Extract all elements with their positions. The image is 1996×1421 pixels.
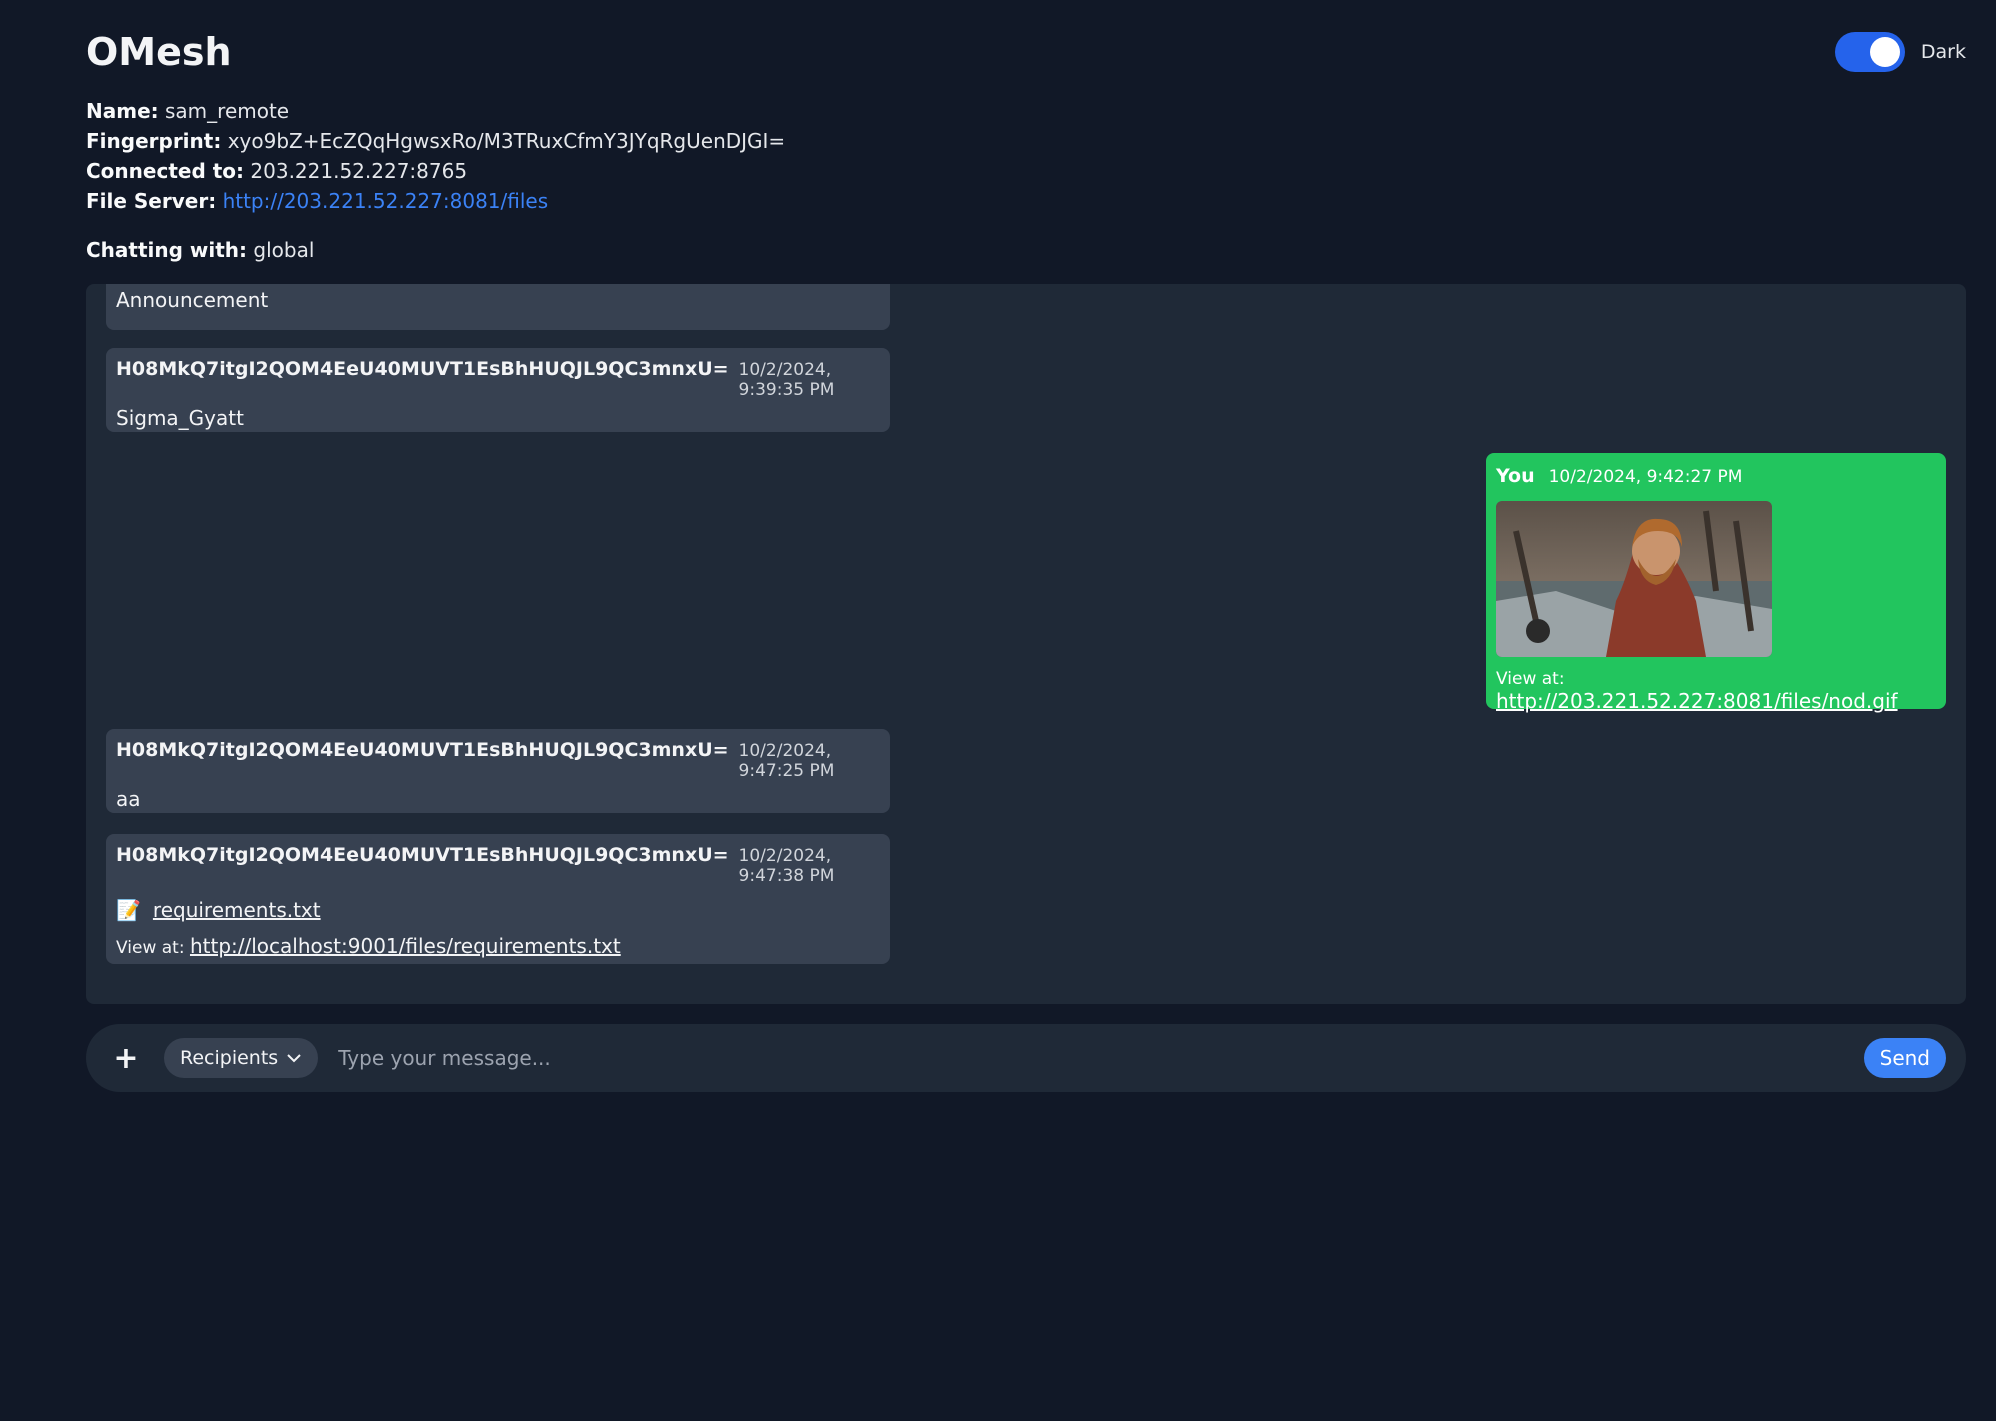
message-sender: H08MkQ7itgI2QOM4EeU40MUVT1EsBhHUQJL9QC3m…: [116, 739, 729, 761]
message-body: Sigma_Gyatt: [116, 406, 244, 430]
image-attachment[interactable]: [1496, 501, 1772, 657]
connected-value: 203.221.52.227:8765: [250, 159, 468, 183]
connection-info: Name: sam_remote Fingerprint: xyo9bZ+EcZ…: [86, 96, 785, 216]
file-link[interactable]: http://203.221.52.227:8081/files/nod.gif: [1496, 689, 1898, 713]
message-time: 10/2/2024, 9:42:27 PM: [1548, 467, 1743, 487]
message-time: 10/2/2024, 9:39:35 PM: [738, 360, 835, 400]
fingerprint-label: Fingerprint:: [86, 129, 222, 153]
fileserver-label: File Server:: [86, 189, 217, 213]
message-item: Announcement: [106, 284, 890, 330]
chatting-value: global: [253, 238, 315, 262]
message-item: H08MkQ7itgI2QOM4EeU40MUVT1EsBhHUQJL9QC3m…: [106, 834, 890, 964]
theme-toggle-group: Dark: [1834, 32, 1966, 72]
view-at: View at: http://localhost:9001/files/req…: [116, 934, 880, 958]
recipients-label: Recipients: [180, 1047, 279, 1069]
toggle-knob: [1869, 37, 1900, 67]
app-root: OMesh Dark Name: sam_remote Fingerprint:…: [0, 0, 1996, 1421]
message-input[interactable]: [338, 1046, 1864, 1070]
message-header: H08MkQ7itgI2QOM4EeU40MUVT1EsBhHUQJL9QC3m…: [116, 739, 880, 781]
chatting-label: Chatting with:: [86, 238, 248, 262]
own-message-item: You 10/2/2024, 9:42:27 PM View at: http:…: [1486, 453, 1946, 713]
message-time: 10/2/2024, 9:47:25 PM: [738, 741, 835, 781]
file-name-link[interactable]: requirements.txt: [153, 898, 321, 922]
message-header: H08MkQ7itgI2QOM4EeU40MUVT1EsBhHUQJL9QC3m…: [116, 358, 880, 400]
connected-row: Connected to: 203.221.52.227:8765: [86, 156, 785, 186]
file-link[interactable]: http://localhost:9001/files/requirements…: [190, 934, 621, 958]
name-row: Name: sam_remote: [86, 96, 785, 126]
message-sender: You: [1496, 465, 1535, 487]
message-body: Announcement: [116, 288, 269, 312]
message-item: H08MkQ7itgI2QOM4EeU40MUVT1EsBhHUQJL9QC3m…: [106, 729, 890, 813]
app-title: OMesh: [86, 30, 232, 74]
fileserver-link[interactable]: http://203.221.52.227:8081/files: [223, 189, 549, 213]
message-item: H08MkQ7itgI2QOM4EeU40MUVT1EsBhHUQJL9QC3m…: [106, 348, 890, 432]
theme-toggle-label: Dark: [1920, 41, 1966, 63]
chatting-with: Chatting with: global: [86, 235, 314, 265]
attach-button[interactable]: +: [106, 1041, 146, 1076]
message-sender: H08MkQ7itgI2QOM4EeU40MUVT1EsBhHUQJL9QC3m…: [116, 358, 729, 380]
composer: + Recipients Send: [86, 1024, 1966, 1092]
fileserver-row: File Server: http://203.221.52.227:8081/…: [86, 186, 785, 216]
view-at-label: View at:: [116, 938, 185, 958]
message-sender: H08MkQ7itgI2QOM4EeU40MUVT1EsBhHUQJL9QC3m…: [116, 844, 729, 866]
message-header: H08MkQ7itgI2QOM4EeU40MUVT1EsBhHUQJL9QC3m…: [116, 844, 880, 886]
connected-label: Connected to:: [86, 159, 245, 183]
fingerprint-row: Fingerprint: xyo9bZ+EcZQqHgwsxRo/M3TRuxC…: [86, 126, 785, 156]
chevron-down-icon: [287, 1054, 301, 1063]
theme-toggle[interactable]: [1834, 32, 1905, 72]
fingerprint-value: xyo9bZ+EcZQqHgwsxRo/M3TRuxCfmY3JYqRgUenD…: [227, 129, 786, 153]
message-body: aa: [116, 787, 141, 811]
message-time: 10/2/2024, 9:47:38 PM: [738, 846, 835, 886]
file-attachment: 📝 requirements.txt: [116, 898, 880, 922]
recipients-dropdown[interactable]: Recipients: [164, 1038, 319, 1078]
view-at: View at: http://203.221.52.227:8081/file…: [1496, 669, 1936, 713]
memo-icon: 📝: [116, 898, 141, 922]
send-button[interactable]: Send: [1863, 1038, 1946, 1078]
view-at-label: View at:: [1496, 669, 1565, 689]
message-header: You 10/2/2024, 9:42:27 PM: [1496, 465, 1936, 487]
name-value: sam_remote: [165, 99, 290, 123]
name-label: Name:: [86, 99, 159, 123]
message-list[interactable]: Announcement H08MkQ7itgI2QOM4EeU40MUVT1E…: [86, 284, 1966, 1004]
